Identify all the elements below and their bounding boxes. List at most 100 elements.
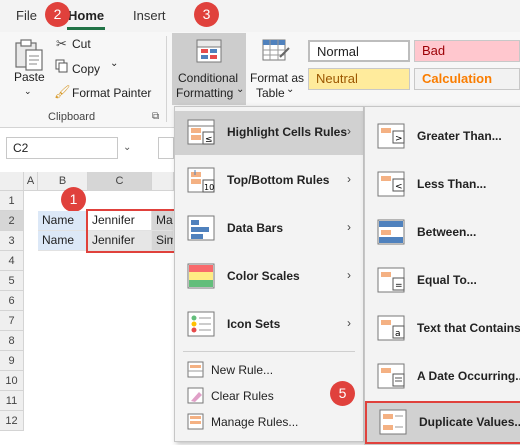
copy-button[interactable]: Copy xyxy=(72,62,100,76)
chevron-right-icon: › xyxy=(347,268,351,282)
menu-item-new-rule[interactable]: New Rule... xyxy=(175,357,363,383)
conditional-formatting-label-1: Conditional xyxy=(178,71,239,85)
menu-label: Greater Than... xyxy=(417,129,502,143)
column-header-d[interactable] xyxy=(152,172,174,191)
menu-label: Equal To... xyxy=(417,273,477,287)
ribbon-separator xyxy=(166,36,167,122)
menu-item-greater-than[interactable]: > Greater Than... xyxy=(365,115,520,159)
chevron-right-icon: › xyxy=(347,124,351,138)
cell-b3[interactable]: Name xyxy=(38,231,88,251)
menu-label: A Date Occurring... xyxy=(417,369,520,383)
row-header[interactable]: 10 xyxy=(0,371,24,391)
step-badge-2: 2 xyxy=(45,2,70,27)
menu-item-equal-to[interactable]: = Equal To... xyxy=(365,259,520,303)
row-header[interactable]: 12 xyxy=(0,411,24,431)
duplicate-values-icon xyxy=(379,408,409,438)
date-occurring-icon xyxy=(377,362,407,392)
row-header[interactable]: 2 xyxy=(0,211,24,231)
style-calculation[interactable]: Calculation xyxy=(414,68,520,90)
menu-label: Data Bars xyxy=(227,221,284,235)
step-badge-5: 5 xyxy=(330,381,355,406)
icon-sets-icon xyxy=(187,310,217,340)
copy-icon xyxy=(55,59,68,73)
style-normal[interactable]: Normal xyxy=(308,40,410,62)
column-header-b[interactable]: B xyxy=(38,172,88,191)
menu-item-between[interactable]: Between... xyxy=(365,211,520,255)
menu-label: Duplicate Values... xyxy=(419,415,520,429)
svg-text:>: > xyxy=(395,134,403,144)
tab-insert[interactable]: Insert xyxy=(133,8,166,23)
color-scales-icon xyxy=(187,262,217,292)
menu-item-a-date-occurring[interactable]: A Date Occurring... xyxy=(365,355,520,399)
conditional-formatting-label-2: Formatting xyxy=(176,86,234,100)
paste-dropdown-icon[interactable]: ⌄ xyxy=(24,86,32,97)
chevron-down-icon: ⌄ xyxy=(236,84,245,95)
menu-item-duplicate-values[interactable]: Duplicate Values... xyxy=(365,401,520,444)
data-bars-icon xyxy=(187,214,217,244)
less-than-icon: < xyxy=(377,170,407,200)
menu-label: Between... xyxy=(417,225,477,239)
copy-dropdown-icon[interactable]: ⌄ xyxy=(110,58,118,69)
row-header[interactable]: 8 xyxy=(0,331,24,351)
style-bad[interactable]: Bad xyxy=(414,40,520,62)
row-header[interactable]: 9 xyxy=(0,351,24,371)
row-header[interactable]: 4 xyxy=(0,251,24,271)
menu-label: Less Than... xyxy=(417,177,487,191)
formula-bar[interactable] xyxy=(158,137,174,159)
select-all-corner[interactable] xyxy=(0,172,24,191)
menu-label: Text that Contains... xyxy=(417,321,520,335)
menu-label: Color Scales xyxy=(227,269,300,283)
tab-file[interactable]: File xyxy=(16,8,37,23)
style-neutral[interactable]: Neutral xyxy=(308,68,410,90)
menu-label: New Rule... xyxy=(211,363,274,377)
menu-item-highlight-cells-rules[interactable]: ≤ Highlight Cells Rules › xyxy=(175,111,363,155)
format-as-table-icon xyxy=(262,39,290,63)
namebox-chevron-icon[interactable]: ⌄ xyxy=(118,137,136,159)
column-header-a[interactable]: A xyxy=(24,172,38,191)
row-header[interactable]: 11 xyxy=(0,391,24,411)
chevron-down-icon: ⌄ xyxy=(286,84,295,95)
menu-label: Top/Bottom Rules xyxy=(227,173,330,187)
format-as-table-label-1: Format as xyxy=(250,71,305,85)
format-as-table-button[interactable]: Format as Table ⌄ xyxy=(248,33,304,105)
menu-label: Highlight Cells Rules xyxy=(227,125,348,139)
row-header[interactable]: 6 xyxy=(0,291,24,311)
menu-label: Icon Sets xyxy=(227,317,281,331)
menu-label: Clear Rules xyxy=(211,389,274,403)
menu-item-color-scales[interactable]: Color Scales › xyxy=(175,255,363,299)
cut-button[interactable]: Cut xyxy=(72,37,91,51)
name-box[interactable]: C2 xyxy=(6,137,118,159)
menu-item-text-that-contains[interactable]: a Text that Contains... xyxy=(365,307,520,351)
tab-home[interactable]: Home xyxy=(68,8,104,23)
paste-icon[interactable] xyxy=(12,38,46,72)
row-header[interactable]: 1 xyxy=(0,191,24,211)
column-header-c[interactable]: C xyxy=(88,172,152,191)
svg-text:<: < xyxy=(395,182,403,192)
cell-b2[interactable]: Name xyxy=(38,211,88,231)
clear-rules-icon xyxy=(187,387,205,405)
menu-item-data-bars[interactable]: Data Bars › xyxy=(175,207,363,251)
active-tab-indicator xyxy=(67,27,105,30)
dialog-launcher-icon[interactable]: ⧉ xyxy=(152,111,159,122)
menu-item-manage-rules[interactable]: Manage Rules... xyxy=(175,409,363,435)
chevron-right-icon: › xyxy=(347,172,351,186)
svg-text:10: 10 xyxy=(204,183,214,192)
chevron-right-icon: › xyxy=(347,220,351,234)
chevron-right-icon: › xyxy=(347,316,351,330)
paste-button[interactable]: Paste xyxy=(14,70,45,84)
menu-item-icon-sets[interactable]: Icon Sets › xyxy=(175,303,363,347)
row-header[interactable]: 7 xyxy=(0,311,24,331)
menu-item-top-bottom-rules[interactable]: 10 Top/Bottom Rules › xyxy=(175,159,363,203)
top-bottom-rules-icon: 10 xyxy=(187,166,217,196)
menu-separator xyxy=(183,351,355,352)
format-painter-button[interactable]: Format Painter xyxy=(72,86,151,100)
highlight-cells-rules-submenu: > Greater Than... < Less Than... Between… xyxy=(364,106,520,445)
greater-than-icon: > xyxy=(377,122,407,152)
row-header[interactable]: 3 xyxy=(0,231,24,251)
conditional-formatting-icon xyxy=(196,39,222,63)
row-header[interactable]: 5 xyxy=(0,271,24,291)
menu-item-less-than[interactable]: < Less Than... xyxy=(365,163,520,207)
conditional-formatting-button[interactable]: Conditional Formatting ⌄ xyxy=(172,33,246,105)
highlighted-range xyxy=(86,209,176,253)
format-as-table-label-2: Table xyxy=(256,86,285,100)
